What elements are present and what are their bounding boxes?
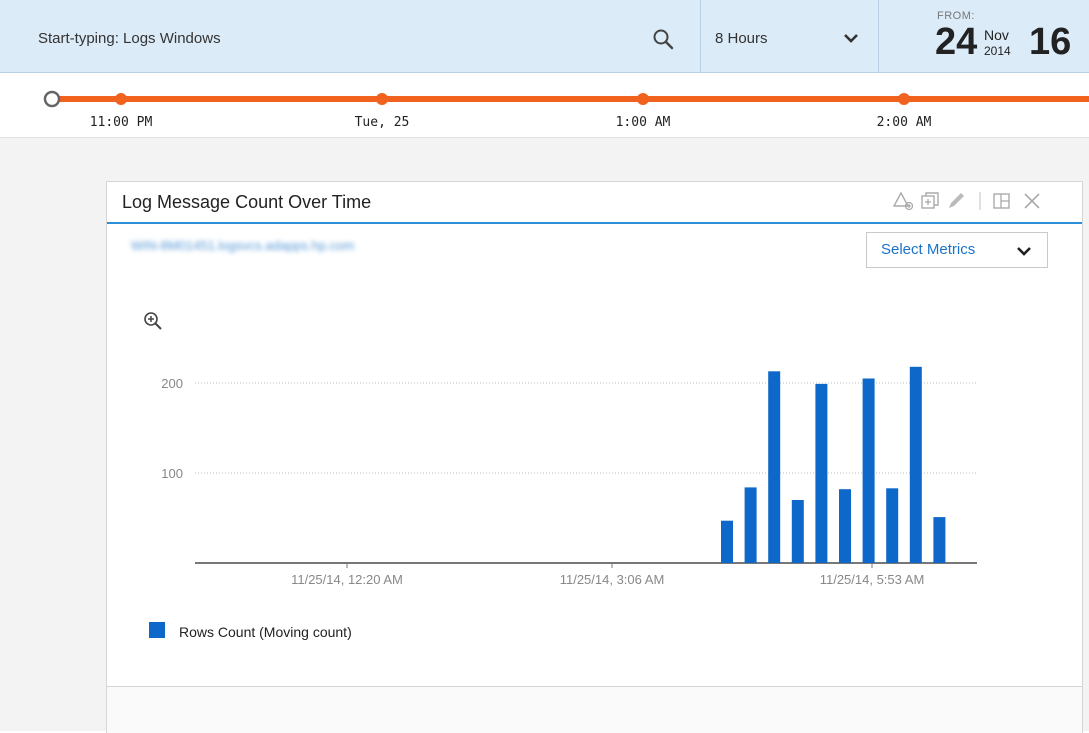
search-box[interactable]: Start-typing: Logs Windows (0, 0, 701, 72)
timeline[interactable]: 11:00 PM Tue, 25 1:00 AM 2:00 AM (0, 73, 1089, 138)
from-year: 2014 (984, 44, 1011, 58)
from-day: 24 (935, 21, 978, 63)
x-tick-label: 11/25/14, 12:20 AM (291, 572, 403, 587)
timeline-tick-label: 11:00 PM (89, 115, 153, 130)
top-bar: Start-typing: Logs Windows 8 Hours FROM:… (0, 0, 1089, 73)
y-tick-label: 100 (161, 466, 183, 481)
bar (721, 520, 733, 563)
bar (744, 487, 757, 563)
chevron-down-icon[interactable] (843, 32, 859, 44)
time-range-dropdown[interactable]: 8 Hours (701, 0, 879, 72)
y-tick-label: 200 (161, 376, 183, 391)
timeline-tick-label: 1:00 AM (615, 115, 671, 130)
timeline-marker (898, 93, 910, 105)
search-icon[interactable] (652, 28, 674, 50)
from-month: Nov (984, 27, 1009, 43)
from-hour: 16 (1029, 21, 1072, 63)
bar (815, 383, 828, 563)
x-tick-label: 11/25/14, 3:06 AM (560, 572, 665, 587)
bar (839, 489, 851, 563)
bar (933, 517, 946, 563)
timeline-tick-label: Tue, 25 (354, 115, 410, 130)
bar (909, 366, 922, 563)
bar (886, 488, 899, 563)
legend-swatch (149, 622, 165, 638)
legend-label: Rows Count (Moving count) (179, 624, 352, 640)
bar-chart: 100 200 11/25/14, 12:20 AM 11/25/14, 3:06 A… (161, 366, 977, 587)
timeline-marker (115, 93, 127, 105)
timeline-track[interactable] (0, 73, 1089, 113)
search-input[interactable]: Start-typing: Logs Windows (38, 30, 221, 47)
log-count-widget: Log Message Count Over Time WIN-8M01451.… (106, 181, 1083, 733)
timeline-marker (637, 93, 649, 105)
bar (862, 378, 875, 563)
bar (768, 371, 781, 563)
timeline-start-handle (43, 90, 61, 108)
bar (791, 500, 804, 563)
timeline-marker (376, 93, 388, 105)
from-date-picker[interactable]: FROM: 24 Nov 2014 16 (879, 0, 1089, 72)
widget-footer (107, 686, 1082, 733)
x-tick-label: 11/25/14, 5:53 AM (820, 572, 925, 587)
time-range-value: 8 Hours (715, 30, 768, 47)
timeline-tick-label: 2:00 AM (876, 115, 932, 130)
